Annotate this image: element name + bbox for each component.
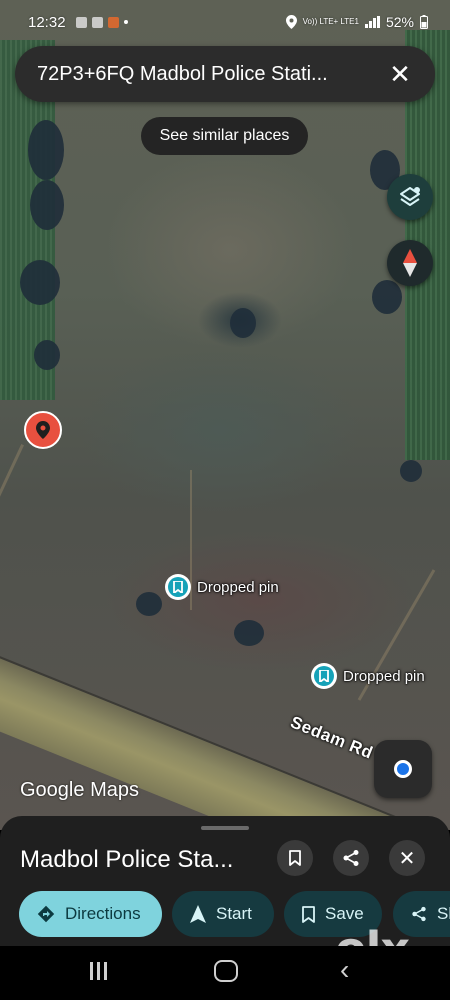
tree <box>28 120 64 180</box>
tree <box>20 260 60 305</box>
dropped-pin-label: Dropped pin <box>343 667 425 685</box>
notification-app-icon <box>75 16 87 28</box>
start-navigation-button[interactable]: Start <box>172 891 274 937</box>
layers-button[interactable] <box>387 174 433 220</box>
logo-maps-text: Maps <box>90 779 139 801</box>
road-label: Sedam Rd <box>287 712 376 763</box>
my-location-button[interactable] <box>374 740 432 798</box>
selected-place-pin[interactable] <box>24 411 62 449</box>
share-label: Sh <box>437 904 450 923</box>
system-nav-bar: ‹ <box>0 946 450 1000</box>
dropped-pin[interactable]: Dropped pin <box>165 574 279 600</box>
search-bar[interactable]: 72P3+6FQ Madbol Police Stati... ✕ <box>15 46 435 102</box>
tree <box>230 308 256 338</box>
save-bookmark-button[interactable] <box>277 840 313 876</box>
bookmark-icon <box>319 670 329 682</box>
bookmark-icon <box>173 581 183 593</box>
notification-app-icon <box>107 16 119 28</box>
status-bar: 12:32 Vo)) LTE+ LTE1 52% <box>0 0 450 44</box>
my-location-icon <box>394 760 412 778</box>
place-marker-icon <box>36 421 50 439</box>
status-right: Vo)) LTE+ LTE1 52% <box>285 14 428 30</box>
recents-button[interactable] <box>90 962 107 980</box>
tree <box>372 280 402 314</box>
sheet-drag-handle[interactable] <box>201 826 249 830</box>
dropped-pin-label: Dropped pin <box>197 578 279 596</box>
dirt-track <box>0 444 24 536</box>
tree <box>400 460 422 482</box>
battery-percentage: 52% <box>385 14 414 30</box>
share-icon <box>343 850 359 866</box>
directions-button[interactable]: Directions <box>19 891 162 937</box>
status-time: 12:32 <box>28 13 66 31</box>
dropped-pin-marker-inner <box>314 666 334 686</box>
bookmark-icon <box>289 850 301 866</box>
logo-google-text: Google <box>20 779 85 801</box>
notification-icons <box>75 16 128 28</box>
dropped-pin[interactable]: Dropped pin <box>311 663 425 689</box>
location-icon <box>285 15 297 29</box>
close-sheet-button[interactable]: ✕ <box>389 840 425 876</box>
layers-icon <box>400 187 420 206</box>
google-maps-logo: Google Maps <box>20 779 139 802</box>
notification-app-icon <box>91 16 103 28</box>
compass-icon <box>403 249 417 277</box>
more-notifications-icon <box>123 20 128 24</box>
close-icon[interactable]: ✕ <box>385 59 415 89</box>
share-icon <box>412 906 426 922</box>
dropped-pin-marker <box>311 663 337 689</box>
directions-label: Directions <box>65 904 141 923</box>
search-query[interactable]: 72P3+6FQ Madbol Police Stati... <box>37 63 385 86</box>
navigation-arrow-icon <box>190 905 206 923</box>
tree <box>136 592 162 616</box>
home-button[interactable] <box>214 960 238 982</box>
back-button[interactable]: ‹ <box>340 954 349 986</box>
dropped-pin-marker-inner <box>168 577 188 597</box>
close-icon: ✕ <box>398 847 416 870</box>
place-title: Madbol Police Sta... <box>20 846 234 873</box>
tree <box>30 180 64 230</box>
directions-icon <box>37 905 55 923</box>
tree <box>234 620 264 646</box>
network-type: Vo)) LTE+ LTE1 <box>302 17 359 26</box>
share-button[interactable] <box>333 840 369 876</box>
tree <box>34 340 60 370</box>
bookmark-icon <box>302 905 315 923</box>
start-label: Start <box>216 904 252 923</box>
signal-icon <box>364 16 380 28</box>
compass-button[interactable] <box>387 240 433 286</box>
save-label: Save <box>325 904 364 923</box>
see-similar-places-chip[interactable]: See similar places <box>141 117 308 155</box>
dropped-pin-marker <box>165 574 191 600</box>
battery-icon <box>420 15 428 29</box>
